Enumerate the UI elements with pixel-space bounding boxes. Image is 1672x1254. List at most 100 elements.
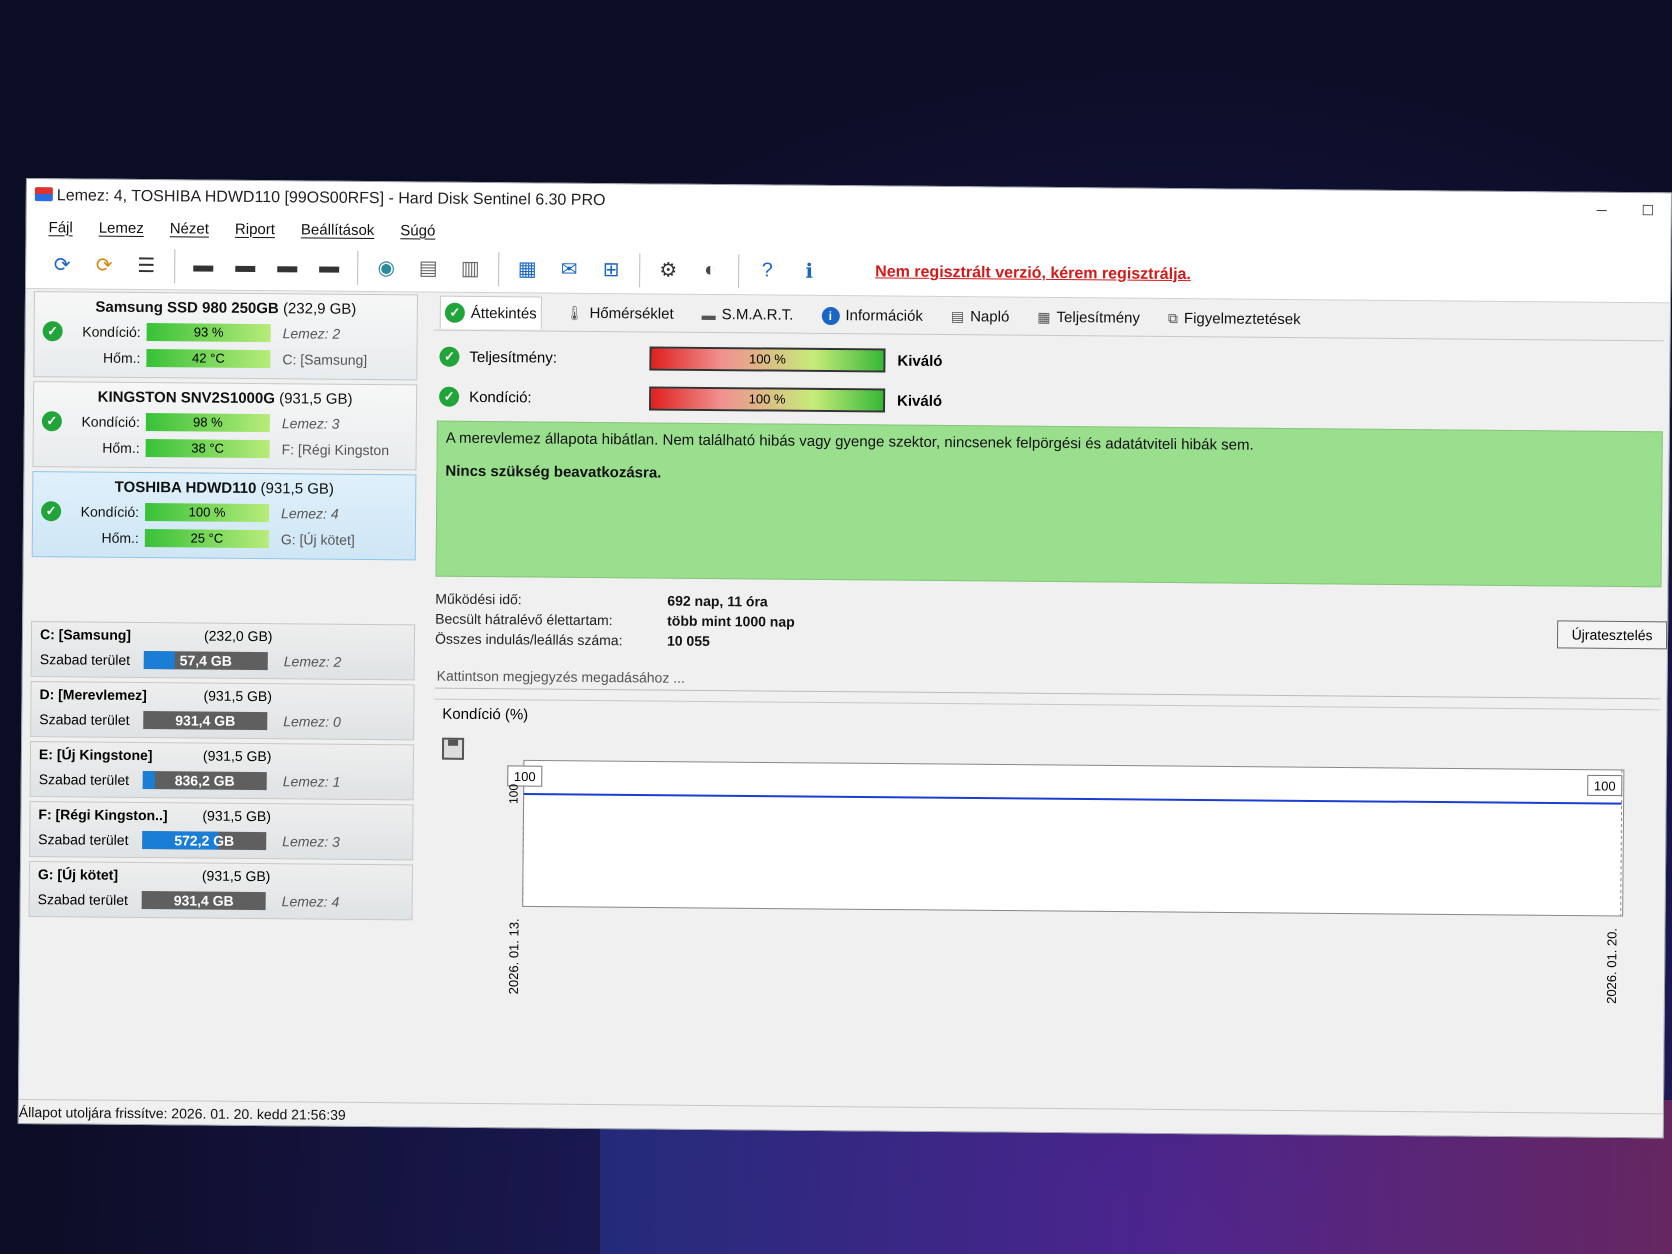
- tab-temperature[interactable]: 🌡 Hőmérséklet: [562, 299, 678, 329]
- performance-icon: ▦: [1037, 308, 1051, 325]
- disk-volume: F: [Régi Kingston: [281, 441, 390, 459]
- tab-performance[interactable]: ▦ Teljesítmény: [1033, 303, 1144, 333]
- chart-title: Kondíció (%): [442, 705, 529, 724]
- refresh-warning-icon[interactable]: ⟳: [88, 249, 120, 281]
- volume-name: C: [Samsung]: [39, 626, 132, 643]
- x-tick-label: 2026. 01. 20.: [1604, 928, 1620, 1004]
- lifetime-label: Becsült hátralévő élettartam:: [435, 610, 613, 629]
- volume-disk: Lemez: 3: [282, 833, 340, 850]
- condition-bar: 98 %: [145, 413, 270, 433]
- maximize-button[interactable]: ☐: [1625, 193, 1671, 227]
- smart-icon: ▬: [701, 306, 716, 323]
- lifetime-value: több mint 1000 nap: [667, 612, 795, 630]
- disk-tools-icon[interactable]: ▥: [454, 252, 486, 284]
- disk-schedule-icon[interactable]: ▬: [229, 250, 261, 282]
- condition-label: Kondíció:: [81, 413, 140, 431]
- chart-svg: 100 2026. 01. 13. 100 2026. 01. 20. 100: [506, 759, 1625, 1004]
- volume-disk: Lemez: 2: [283, 653, 342, 670]
- menu-file[interactable]: Fájl: [48, 219, 72, 236]
- list-icon[interactable]: ☰: [130, 249, 162, 281]
- disk-check-icon[interactable]: ▬: [271, 251, 303, 283]
- volume-card[interactable]: E: [Új Kingstone] (931,5 GB) Szabad terül…: [29, 741, 415, 801]
- free-space-bar: 931,4 GB: [143, 711, 268, 731]
- disk-name: KINGSTON SNV2S1000G: [97, 388, 276, 408]
- gear-icon[interactable]: ⚙: [652, 254, 684, 286]
- sound-icon[interactable]: ◐: [694, 254, 726, 286]
- temp-label: Hőm.:: [103, 349, 141, 367]
- tab-log[interactable]: ▤ Napló: [947, 302, 1014, 332]
- save-icon[interactable]: [441, 737, 465, 760]
- temp-bar: 25 °C: [144, 529, 269, 549]
- menu-report[interactable]: Riport: [235, 220, 275, 237]
- volume-size: (931,5 GB): [203, 687, 273, 705]
- volume-size: (232,0 GB): [203, 627, 273, 645]
- left-panel: Samsung SSD 980 250GB (232,9 GB) ✓ Kondíc…: [27, 291, 418, 1098]
- disk-number: Lemez: 2: [282, 325, 341, 342]
- check-icon: ✓: [444, 302, 465, 323]
- health-message-box: A merevlemez állapota hibátlan. Nem talá…: [435, 420, 1663, 588]
- disk-name: TOSHIBA HDWD110: [114, 478, 257, 498]
- data-label: 100: [1594, 778, 1616, 793]
- y-axis-label: 100: [507, 784, 521, 804]
- note-input[interactable]: Kattintson megjegyzés megadásához ...: [434, 662, 1661, 700]
- menu-view[interactable]: Nézet: [170, 220, 209, 237]
- free-space-label: Szabad terület: [38, 771, 130, 788]
- disk-card[interactable]: Samsung SSD 980 250GB (232,9 GB) ✓ Kondíc…: [33, 291, 418, 381]
- temp-bar: 42 °C: [146, 349, 271, 369]
- surface-test-icon[interactable]: ◉: [370, 252, 402, 284]
- performance-status: Kiváló: [897, 352, 943, 370]
- disk-size: (232,9 GB): [282, 300, 357, 318]
- uptime-label: Működési idő:: [435, 590, 522, 608]
- minimize-button[interactable]: ─: [1579, 193, 1625, 227]
- tab-information[interactable]: i Információk: [817, 300, 927, 331]
- disk-card[interactable]: KINGSTON SNV2S1000G (931,5 GB) ✓ Kondíció…: [32, 381, 418, 471]
- window-title: Lemez: 4, TOSHIBA HDWD110 [99OS00RFS] - …: [56, 187, 606, 210]
- disk-volume: G: [Új kötet]: [280, 531, 355, 548]
- disk-number: Lemez: 3: [281, 415, 340, 432]
- info-icon[interactable]: ℹ: [793, 255, 825, 287]
- volume-card[interactable]: C: [Samsung] (232,0 GB) Szabad terület 57,…: [30, 621, 416, 681]
- refresh-icon[interactable]: ⟳: [46, 249, 78, 281]
- mail-icon[interactable]: ✉: [553, 253, 585, 285]
- disk-stack-icon[interactable]: ▤: [412, 252, 444, 284]
- alerts-icon: ⧉: [1167, 309, 1179, 327]
- volume-card[interactable]: D: [Merevlemez] (931,5 GB) Szabad terület…: [30, 681, 415, 741]
- volume-card[interactable]: G: [Új kötet] (931,5 GB) Szabad terület 93…: [28, 861, 414, 921]
- network-icon[interactable]: ⊞: [595, 253, 627, 285]
- temp-label: Hőm.:: [102, 439, 140, 457]
- volume-disk: Lemez: 0: [283, 713, 341, 730]
- help-icon[interactable]: ?: [751, 255, 783, 287]
- disk-volume: C: [Samsung]: [282, 351, 368, 368]
- tab-alerts[interactable]: ⧉ Figyelmeztetések: [1164, 304, 1305, 334]
- menu-help[interactable]: Súgó: [400, 222, 435, 239]
- menu-disk[interactable]: Lemez: [99, 219, 144, 236]
- report-icon[interactable]: ▦: [511, 253, 543, 285]
- volume-card[interactable]: F: [Régi Kingston..] (931,5 GB) Szabad te…: [29, 801, 414, 861]
- menu-settings[interactable]: Beállítások: [301, 221, 375, 239]
- check-icon: ✓: [41, 411, 62, 432]
- uptime-value: 692 nap, 11 óra: [667, 592, 768, 610]
- tab-smart[interactable]: ▬ S.M.A.R.T.: [698, 300, 798, 330]
- plot-area: [522, 759, 1625, 917]
- startstop-value: 10 055: [666, 632, 710, 649]
- register-link[interactable]: Nem regisztrált verzió, kérem regisztrál…: [875, 263, 1191, 284]
- disk-number: Lemez: 4: [281, 505, 339, 522]
- condition-label: Kondíció:: [80, 503, 140, 520]
- free-space-label: Szabad terület: [39, 711, 130, 728]
- disk-search-icon[interactable]: ▬: [313, 251, 345, 283]
- retest-button[interactable]: Újratesztelés: [1556, 620, 1668, 650]
- free-space-bar: 57,4 GB: [143, 651, 268, 671]
- thermometer-icon: 🌡: [565, 304, 584, 321]
- condition-chart: Kondíció (%) 100 2026. 01. 13. 100 2026. 01…: [431, 698, 1661, 1056]
- volume-name: G: [Új kötet]: [37, 866, 119, 883]
- disk-card-selected[interactable]: TOSHIBA HDWD110 (931,5 GB) ✓ Kondíció: 100…: [31, 471, 417, 561]
- check-icon: ✓: [439, 346, 460, 367]
- check-icon: ✓: [439, 386, 460, 407]
- app-icon: [34, 187, 53, 202]
- performance-bar: 100 %: [649, 346, 886, 373]
- tab-overview[interactable]: ✓ Áttekintés: [439, 295, 542, 330]
- volume-disk: Lemez: 1: [282, 773, 341, 790]
- free-space-bar: 572,2 GB: [142, 831, 267, 851]
- health-message: A merevlemez állapota hibátlan. Nem talá…: [445, 429, 1254, 454]
- disk-icon[interactable]: ▬: [187, 250, 219, 282]
